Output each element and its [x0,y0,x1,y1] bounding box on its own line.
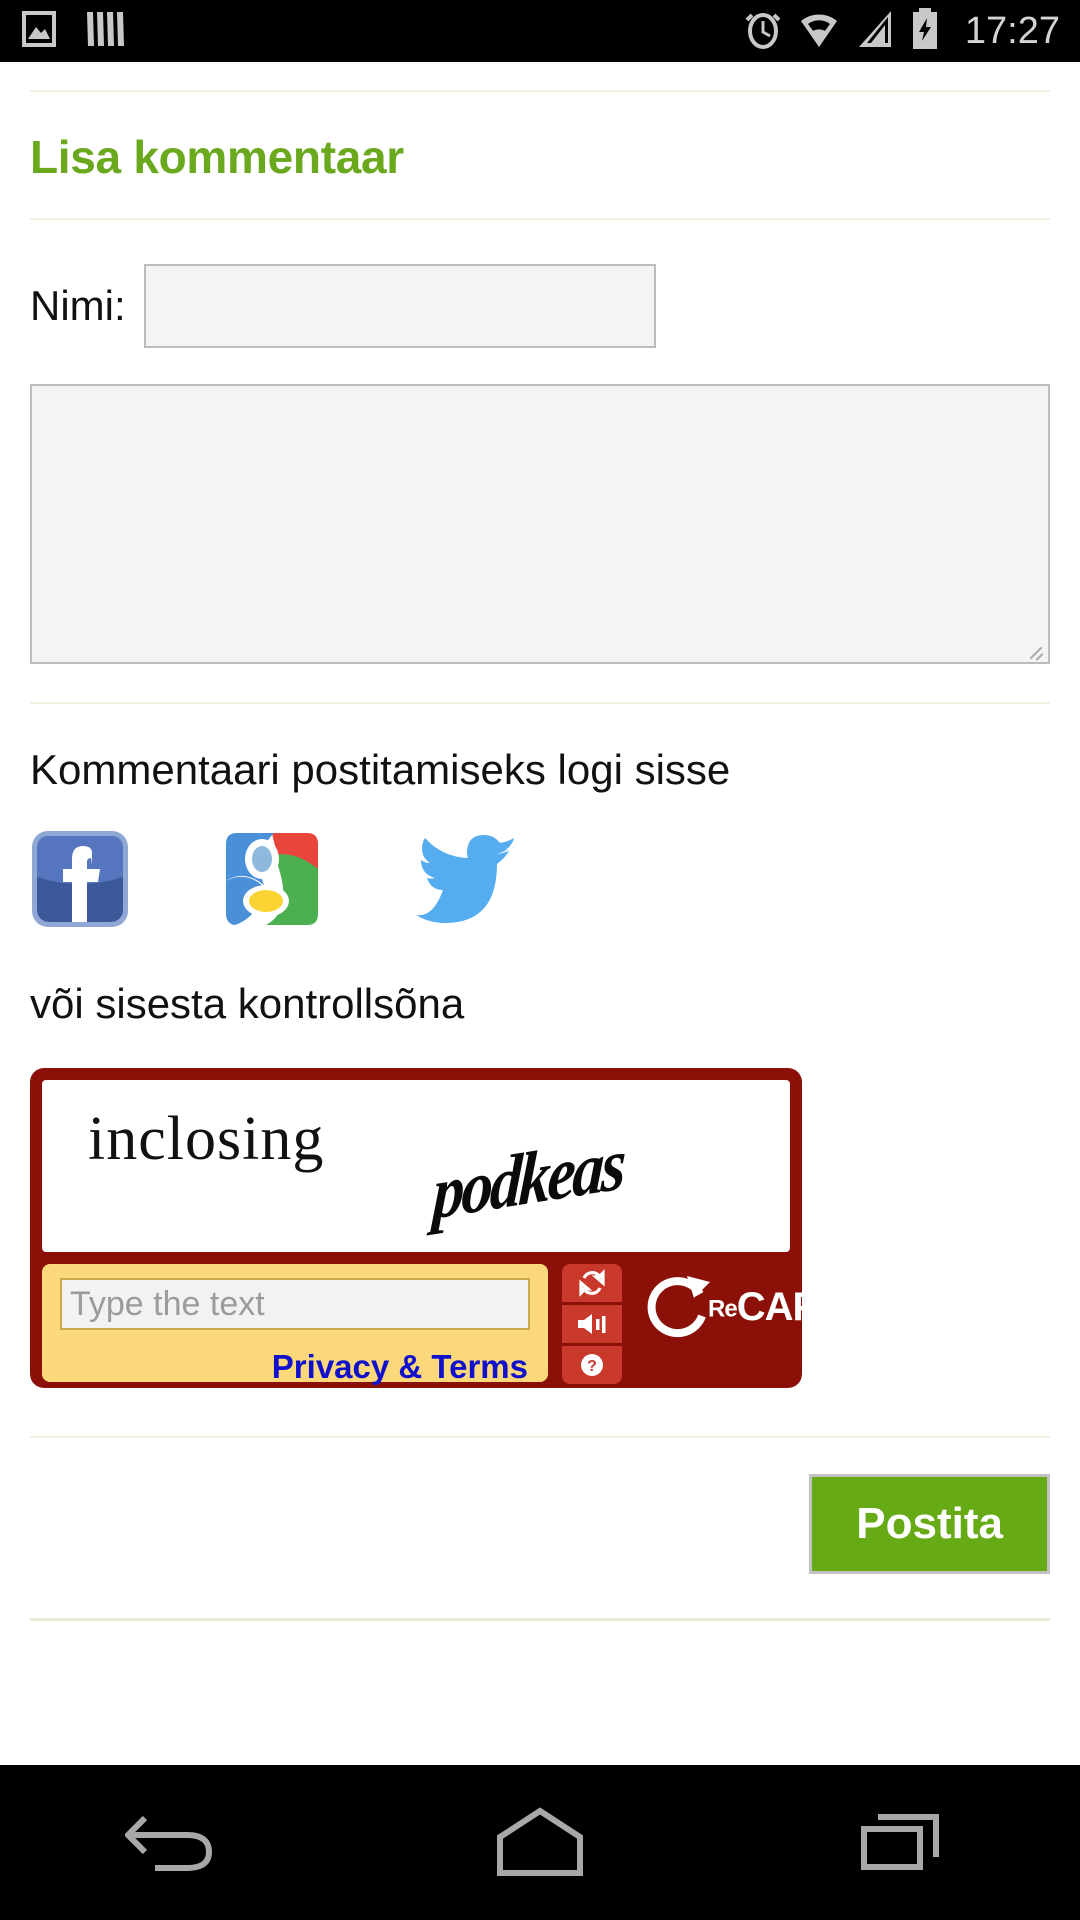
recaptcha-button-stack: ? [562,1264,622,1384]
login-prompt-text: Kommentaari postitamiseks logi sisse [30,746,731,793]
cellular-signal-icon [855,9,895,54]
recaptcha-input-container: Privacy & Terms [42,1264,548,1385]
refresh-challenge-button[interactable] [562,1264,622,1302]
comment-form-page: Lisa kommentaar Nimi: Kommentaari postit… [0,90,1080,1793]
back-arrow-icon [125,1815,213,1871]
nav-home-button[interactable] [440,1783,640,1903]
name-field-row: Nimi: [30,264,1050,348]
home-icon [497,1806,583,1876]
recaptcha-distorted-word: podkeas [431,1121,626,1236]
divider-under-title [30,218,1050,220]
nav-recents-button[interactable] [800,1783,1000,1903]
svg-text:?: ? [587,1358,597,1375]
name-label: Nimi: [30,282,126,329]
submit-comment-button[interactable]: Postita [809,1474,1050,1574]
status-bar-right-icons: 17:27 [743,7,1060,56]
divider-bottom [30,1618,1050,1621]
page-title: Lisa kommentaar [30,131,404,183]
status-bar-clock: 17:27 [964,9,1060,52]
status-bar-left-icons [20,8,126,55]
recents-icon [861,1813,939,1870]
recaptcha-controls-row: Privacy & Terms [42,1264,940,1385]
recaptcha-printed-word: inclosing [88,1105,325,1173]
divider-above-submit [30,1436,1050,1438]
submit-row: Postita [30,1474,1050,1574]
facebook-login-icon[interactable] [30,829,130,934]
recaptcha-circle-arrow-icon [647,1276,710,1338]
recaptcha-logo: ReCAPTCHA™ [640,1270,940,1344]
comment-textarea-wrapper [30,384,1050,664]
social-login-row [30,826,1050,936]
barcode-icon [84,8,126,55]
captcha-instruction-text: või sisesta kontrollsõna [30,980,465,1027]
comment-textarea[interactable] [30,384,1050,664]
nav-back-button[interactable] [80,1783,280,1903]
name-input[interactable] [143,264,656,348]
recaptcha-logo-captcha: CAPTCHA [736,1284,927,1329]
gallery-image-icon [20,9,58,54]
recaptcha-widget: inclosing podkeas Privacy & Terms [30,1068,940,1388]
recaptcha-challenge-image: inclosing podkeas [42,1080,790,1252]
help-button[interactable]: ? [562,1346,622,1384]
battery-charging-icon [909,7,941,56]
wifi-icon [797,9,841,54]
status-bar: 17:27 [0,0,1080,62]
recaptcha-input[interactable] [60,1278,530,1330]
audio-challenge-button[interactable] [562,1305,622,1343]
android-navigation-bar [0,1765,1080,1920]
recaptcha-logo-tm: ™ [925,1292,940,1310]
privacy-terms-link[interactable]: Privacy & Terms [272,1348,528,1386]
alarm-clock-icon [743,7,783,56]
recaptcha-logo-re: Re [708,1294,738,1322]
google-login-icon[interactable] [222,829,322,934]
recaptcha-logo-text: ReCAPTCHA™ [708,1284,940,1330]
twitter-login-icon[interactable] [414,833,519,930]
